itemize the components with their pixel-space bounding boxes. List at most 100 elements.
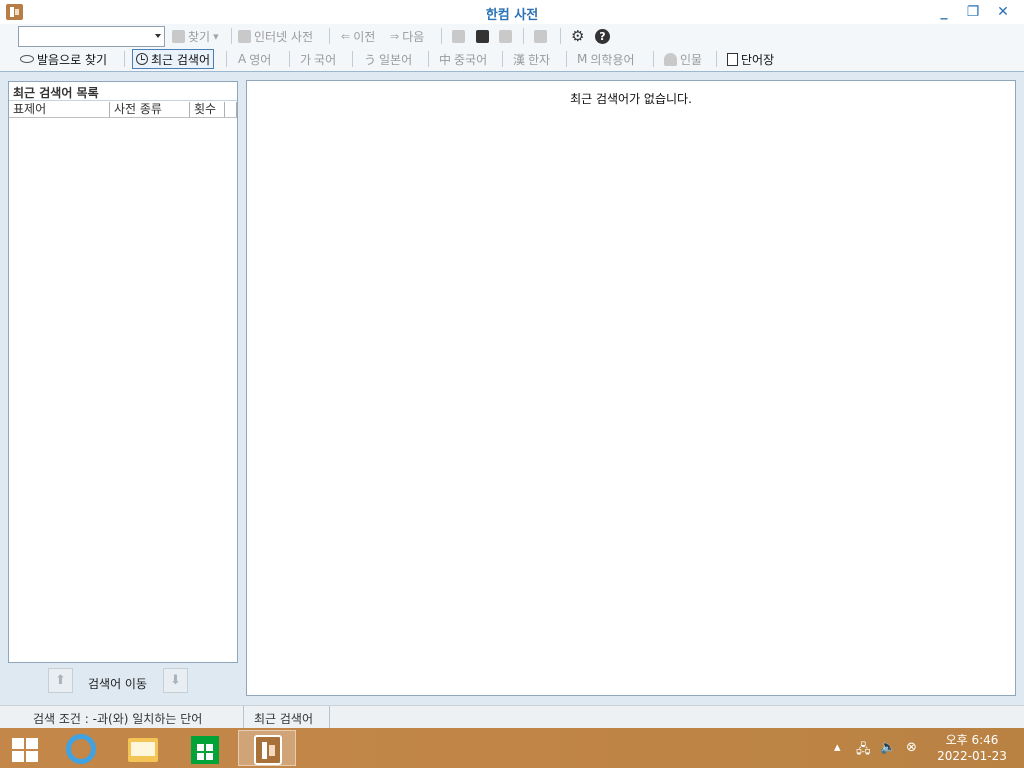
- korean-icon: 가: [300, 52, 312, 67]
- status-divider: [329, 706, 330, 729]
- network-icon[interactable]: 🖧: [856, 740, 871, 762]
- windows-logo-icon: [12, 738, 38, 762]
- copy-icon: [499, 29, 512, 43]
- people-label: 인물: [680, 52, 703, 67]
- move-controls: ⬆ 검색어 이동 ⬇: [8, 667, 238, 695]
- toolbar-separator: [716, 51, 717, 67]
- internet-explorer-icon: [66, 734, 96, 764]
- toolbar-separator: [502, 51, 503, 67]
- toolbar-separator: [226, 51, 227, 67]
- toolbar-separator: [653, 51, 654, 67]
- move-up-button[interactable]: ⬆: [48, 668, 73, 693]
- layout-single-button[interactable]: [452, 26, 465, 46]
- toolbar-separator: [428, 51, 429, 67]
- toolbar-separator: [566, 51, 567, 67]
- help-button[interactable]: ?: [595, 26, 610, 46]
- taskbar-hancom-dictionary[interactable]: [238, 730, 296, 766]
- status-mode: 최근 검색어: [254, 712, 314, 726]
- column-header-filler: [225, 102, 237, 118]
- prev-button[interactable]: ⇐ 이전: [341, 26, 375, 46]
- lips-icon: [20, 55, 34, 63]
- japanese-label: 일본어: [379, 52, 413, 67]
- show-hidden-icons-button[interactable]: ▴: [834, 740, 841, 755]
- recent-search-list-panel: 최근 검색어 목록 표제어 사전 종류 횟수: [8, 81, 238, 663]
- pronunciation-search-button[interactable]: 발음으로 찾기: [20, 49, 107, 69]
- toolbar-separator: [231, 28, 232, 44]
- clock-time: 오후 6:46: [945, 733, 999, 747]
- find-label: 찾기: [188, 29, 211, 44]
- minimize-button[interactable]: _: [931, 2, 957, 22]
- recent-searches-label: 최근 검색어: [151, 52, 211, 67]
- taskbar-store[interactable]: [176, 730, 234, 766]
- next-button[interactable]: ⇒ 다음: [390, 26, 424, 46]
- layout-split-button[interactable]: [476, 26, 489, 46]
- tab-korean[interactable]: 가 국어: [300, 49, 336, 69]
- close-button[interactable]: ✕: [990, 2, 1016, 22]
- clock-date: 2022-01-23: [937, 749, 1007, 763]
- toolbar-separator: [289, 51, 290, 67]
- combo-arrow-icon[interactable]: [155, 34, 161, 38]
- tab-english[interactable]: A 영어: [238, 49, 271, 69]
- prev-label: 이전: [353, 29, 376, 44]
- toolbar-separator: [560, 28, 561, 44]
- tab-hanja[interactable]: 漢 한자: [513, 49, 550, 69]
- toolbar: 찾기 ▾ 인터넷 사전 ⇐ 이전 ⇒ 다음 ⚙ ? 발음으로 찾기 최근 검색어…: [0, 24, 1024, 72]
- volume-icon[interactable]: 🔈: [880, 740, 896, 755]
- action-center-icon[interactable]: ⊗: [906, 740, 917, 755]
- result-panel: 최근 검색어가 없습니다.: [246, 80, 1016, 696]
- move-down-button[interactable]: ⬇: [163, 668, 188, 693]
- arrow-left-icon: ⇐: [341, 29, 351, 43]
- status-search-condition: 검색 조건 : -과(와) 일치하는 단어: [33, 712, 203, 726]
- taskbar-internet-explorer[interactable]: [52, 730, 110, 766]
- search-input[interactable]: [18, 26, 165, 47]
- wordbook-icon: [727, 52, 738, 66]
- find-button[interactable]: 찾기 ▾: [172, 26, 219, 46]
- korean-label: 국어: [314, 52, 337, 67]
- taskbar: ▴ 🖧 🔈 ⊗ 오후 6:46 2022-01-23: [0, 728, 1024, 768]
- clock-icon: [136, 53, 148, 65]
- restore-button[interactable]: ❐: [960, 2, 986, 22]
- english-label: 영어: [249, 52, 272, 67]
- chinese-icon: 中: [439, 52, 452, 67]
- tab-japanese[interactable]: う 일본어: [364, 49, 412, 69]
- medical-icon: M: [577, 52, 588, 66]
- toolbar-separator: [523, 28, 524, 44]
- empty-message: 최근 검색어가 없습니다.: [570, 92, 692, 106]
- taskbar-file-explorer[interactable]: [114, 730, 172, 766]
- toolbar-separator: [329, 28, 330, 44]
- settings-button[interactable]: ⚙: [571, 26, 586, 46]
- toolbar-separator: [352, 51, 353, 67]
- japanese-icon: う: [364, 52, 377, 67]
- column-header-dict-type[interactable]: 사전 종류: [110, 102, 190, 118]
- layout-copy-button[interactable]: [499, 26, 512, 46]
- toolbar-separator: [124, 51, 125, 67]
- arrow-down-icon: ⬇: [170, 673, 181, 688]
- next-label: 다음: [402, 29, 425, 44]
- tab-people[interactable]: 인물: [664, 49, 702, 69]
- status-divider: [243, 706, 244, 729]
- layout-split-icon: [476, 29, 489, 43]
- font-size-button[interactable]: [534, 26, 547, 46]
- tab-recent-searches[interactable]: 최근 검색어: [132, 49, 215, 69]
- status-bar: 검색 조건 : -과(와) 일치하는 단어 최근 검색어: [0, 705, 1024, 729]
- internet-dict-button[interactable]: 인터넷 사전: [238, 26, 313, 46]
- window-title: 한컴 사전: [485, 8, 539, 23]
- chinese-label: 중국어: [454, 52, 488, 67]
- pronunciation-search-label: 발음으로 찾기: [37, 52, 108, 67]
- start-button[interactable]: [0, 730, 58, 766]
- tab-medical[interactable]: M 의학용어: [577, 49, 635, 69]
- person-icon: [664, 52, 677, 66]
- hancom-dictionary-icon: [254, 735, 282, 765]
- english-icon: A: [238, 52, 247, 66]
- column-header-count[interactable]: 횟수: [190, 102, 225, 118]
- move-label: 검색어 이동: [88, 677, 148, 691]
- column-header-headword[interactable]: 표제어: [9, 102, 110, 118]
- taskbar-clock[interactable]: 오후 6:46 2022-01-23: [930, 732, 1014, 764]
- toolbar-separator: [441, 28, 442, 44]
- wordbook-button[interactable]: 단어장: [727, 49, 774, 69]
- title-bar: 한컴 사전 _ ❐ ✕: [0, 0, 1024, 24]
- wordbook-label: 단어장: [741, 52, 775, 67]
- layout-single-icon: [452, 29, 465, 43]
- hanja-label: 한자: [528, 52, 551, 67]
- tab-chinese[interactable]: 中 중국어: [439, 49, 487, 69]
